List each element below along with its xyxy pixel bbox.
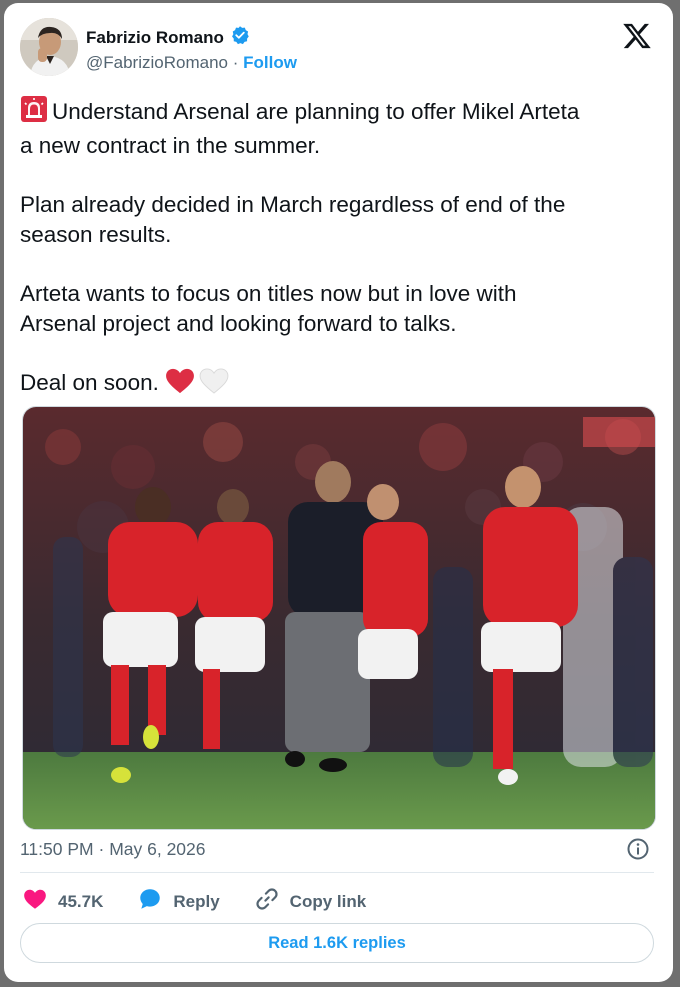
tweet-line-7: Deal on soon.	[20, 370, 159, 395]
tweet-line-5: Arteta wants to focus on titles now but …	[20, 281, 517, 306]
avatar[interactable]	[20, 18, 78, 76]
tweet-text: Understand Arsenal are planning to offer…	[20, 95, 660, 402]
tweet-line-3: Plan already decided in March regardless…	[20, 192, 566, 217]
tweet-actions: 45.7K Reply Copy link	[22, 886, 366, 917]
info-icon[interactable]	[626, 837, 650, 861]
reply-label: Reply	[173, 891, 220, 911]
like-count: 45.7K	[58, 891, 104, 911]
tweet-line-6: Arsenal project and looking forward to t…	[20, 310, 457, 336]
tweet-timestamp[interactable]: 11:50 PM · May 6, 2026	[20, 839, 206, 860]
x-logo-icon[interactable]	[622, 21, 652, 51]
red-heart-icon	[165, 368, 195, 402]
heart-icon	[22, 886, 48, 917]
timestamp-separator: ·	[98, 839, 105, 859]
copy-link-label: Copy link	[289, 891, 367, 911]
follow-button[interactable]: Follow	[243, 53, 297, 72]
tweet-time: 11:50 PM	[20, 839, 94, 859]
reply-bubble-icon	[137, 886, 163, 917]
tweet-paragraph: Understand Arsenal are planning to offer…	[20, 95, 660, 160]
author-name[interactable]: Fabrizio Romano	[86, 28, 224, 48]
handle-separator: ·	[232, 53, 239, 72]
white-heart-icon	[199, 368, 229, 402]
tweet-paragraph: Plan already decided in March regardless…	[20, 190, 660, 249]
author-name-row: Fabrizio Romano	[86, 25, 250, 50]
read-replies-label: Read 1.6K replies	[268, 933, 406, 952]
tweet-paragraph: Deal on soon.	[20, 368, 660, 402]
copy-link-button[interactable]: Copy link	[254, 886, 367, 917]
read-replies-button[interactable]: Read 1.6K replies	[20, 923, 654, 963]
handle-row: @FabrizioRomano · Follow	[86, 53, 297, 73]
like-button[interactable]: 45.7K	[22, 886, 103, 917]
link-icon	[254, 886, 280, 917]
tweet-line-4: season results.	[20, 221, 172, 247]
tweet-line-2: a new contract in the summer.	[20, 132, 321, 158]
tweet-date: May 6, 2026	[109, 839, 206, 859]
siren-icon	[20, 95, 48, 131]
tweet-card: Fabrizio Romano @FabrizioRomano · Follow	[4, 3, 673, 982]
tweet-photo[interactable]	[22, 406, 656, 830]
tweet-paragraph: Arteta wants to focus on titles now but …	[20, 279, 660, 338]
divider	[20, 872, 654, 873]
reply-button[interactable]: Reply	[137, 886, 220, 917]
verified-badge-icon	[230, 25, 250, 50]
tweet-line-1: Understand Arsenal are planning to offer…	[52, 99, 580, 124]
author-handle[interactable]: @FabrizioRomano	[86, 53, 228, 72]
